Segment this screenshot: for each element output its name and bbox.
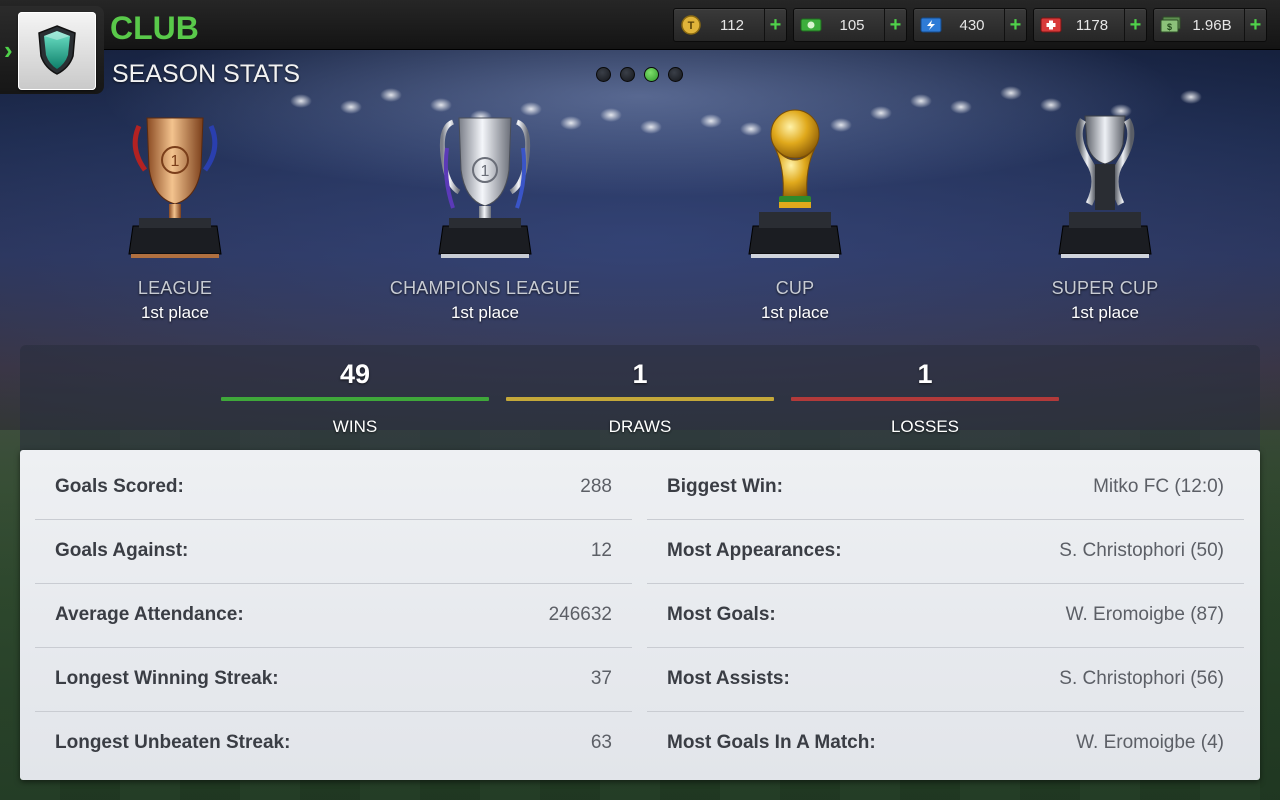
stat-label: Most Appearances: <box>667 540 842 561</box>
currency-value: 112 <box>720 17 744 34</box>
club-stats-column: Goals Scored: 288 Goals Against: 12 Aver… <box>35 456 632 776</box>
stat-value: 37 <box>590 668 612 689</box>
stat-value: W. Eromoigbe (4) <box>1076 732 1224 753</box>
player-stats-column: Biggest Win: Mitko FC (12:0) Most Appear… <box>647 456 1244 776</box>
stat-row: Most Goals In A Match: W. Eromoigbe (4) <box>647 712 1244 776</box>
stat-row: Average Attendance: 246632 <box>35 584 632 648</box>
shield-icon <box>38 25 76 75</box>
stat-value: S. Christophori (56) <box>1059 668 1224 689</box>
trophy-champions-league: 1 CHAMPIONS LEAGUE 1st place <box>365 108 605 323</box>
svg-text:$: $ <box>1167 22 1172 32</box>
wins-value: 49 <box>339 359 371 389</box>
trophy-name: SUPER CUP <box>1051 278 1159 298</box>
cup-trophy-icon <box>748 109 842 258</box>
draws-bar <box>506 397 774 401</box>
energy-icon <box>920 15 942 35</box>
add-tokens-button[interactable]: + <box>764 9 786 41</box>
back-chevron-icon[interactable]: › <box>4 36 14 64</box>
super-cup-trophy-icon <box>1058 115 1152 258</box>
stat-row: Goals Against: 12 <box>35 520 632 584</box>
champions-league-trophy-icon: 1 <box>438 117 532 258</box>
stat-value: 288 <box>580 476 612 497</box>
stat-row: Biggest Win: Mitko FC (12:0) <box>647 456 1244 520</box>
currency-bar: T 112 + 105 + 430 + 1178 + $ 1.96B + <box>673 8 1267 42</box>
losses-label: LOSSES <box>890 417 960 436</box>
token-coin-icon: T <box>680 15 702 35</box>
stat-label: Most Goals: <box>667 604 776 625</box>
money-stack-icon: $ <box>1160 15 1182 35</box>
currency-cash: 105 + <box>793 8 907 42</box>
trophy-name: CUP <box>775 278 815 298</box>
wins-label: WINS <box>332 417 378 436</box>
stat-label: Most Assists: <box>667 668 790 689</box>
svg-text:T: T <box>688 20 695 32</box>
stat-label: Goals Against: <box>55 540 189 561</box>
page-dot-3-active[interactable] <box>644 67 659 82</box>
currency-value: 1.96B <box>1192 17 1232 34</box>
stat-row: Longest Unbeaten Streak: 63 <box>35 712 632 776</box>
currency-money: $ 1.96B + <box>1153 8 1267 42</box>
stat-row: Most Assists: S. Christophori (56) <box>647 648 1244 712</box>
stat-label: Goals Scored: <box>55 476 184 497</box>
season-record-panel: 49 WINS 1 DRAWS 1 LOSSES <box>20 345 1260 453</box>
trophy-league: 1 LEAGUE 1st place <box>55 108 295 323</box>
stat-value: Mitko FC (12:0) <box>1093 476 1224 497</box>
add-health-button[interactable]: + <box>1124 9 1146 41</box>
medical-icon <box>1040 15 1062 35</box>
currency-energy: 430 + <box>913 8 1027 42</box>
trophy-place: 1st place <box>140 303 210 322</box>
stat-value: 246632 <box>548 604 612 625</box>
currency-value: 105 <box>839 17 865 34</box>
stat-row: Most Appearances: S. Christophori (50) <box>647 520 1244 584</box>
page-dot-2[interactable] <box>620 67 635 82</box>
season-stats-card: Goals Scored: 288 Goals Against: 12 Aver… <box>20 450 1260 780</box>
losses-value: 1 <box>917 359 933 389</box>
stat-label: Average Attendance: <box>55 604 244 625</box>
svg-text:1: 1 <box>481 163 490 180</box>
wins-bar <box>221 397 489 401</box>
add-cash-button[interactable]: + <box>884 9 906 41</box>
trophy-name: LEAGUE <box>137 278 213 298</box>
page-indicator <box>596 67 692 82</box>
currency-value: 430 <box>959 17 985 34</box>
stat-row: Goals Scored: 288 <box>35 456 632 520</box>
trophy-cup: CUP 1st place <box>675 108 915 323</box>
stat-value: 12 <box>590 540 612 561</box>
club-badge-panel: › <box>0 6 104 94</box>
club-badge[interactable] <box>18 12 96 90</box>
page-title: CLUB <box>110 10 199 46</box>
stat-label: Most Goals In A Match: <box>667 732 876 753</box>
record-wins: 49 WINS <box>221 345 489 437</box>
cash-icon <box>800 15 822 35</box>
page-dot-4[interactable] <box>668 67 683 82</box>
stat-label: Longest Unbeaten Streak: <box>55 732 291 753</box>
currency-health: 1178 + <box>1033 8 1147 42</box>
trophy-name: CHAMPIONS LEAGUE <box>389 278 581 298</box>
stat-label: Biggest Win: <box>667 476 783 497</box>
draws-label: DRAWS <box>608 417 672 436</box>
trophy-place: 1st place <box>450 303 520 322</box>
currency-value: 1178 <box>1075 17 1109 34</box>
draws-value: 1 <box>632 359 648 389</box>
page-dot-1[interactable] <box>596 67 611 82</box>
trophy-place: 1st place <box>760 303 830 322</box>
stat-row: Longest Winning Streak: 37 <box>35 648 632 712</box>
currency-tokens: T 112 + <box>673 8 787 42</box>
trophy-super-cup: SUPER CUP 1st place <box>985 108 1225 323</box>
add-money-button[interactable]: + <box>1244 9 1266 41</box>
stat-value: W. Eromoigbe (87) <box>1065 604 1224 625</box>
stat-label: Longest Winning Streak: <box>55 668 279 689</box>
page-subtitle: SEASON STATS <box>112 60 301 88</box>
trophy-place: 1st place <box>1070 303 1140 322</box>
record-losses: 1 LOSSES <box>791 345 1059 437</box>
league-trophy-icon: 1 <box>128 117 222 258</box>
record-draws: 1 DRAWS <box>506 345 774 437</box>
losses-bar <box>791 397 1059 401</box>
stat-value: S. Christophori (50) <box>1059 540 1224 561</box>
stat-value: 63 <box>590 732 612 753</box>
add-energy-button[interactable]: + <box>1004 9 1026 41</box>
svg-text:1: 1 <box>171 153 180 170</box>
stat-row: Most Goals: W. Eromoigbe (87) <box>647 584 1244 648</box>
